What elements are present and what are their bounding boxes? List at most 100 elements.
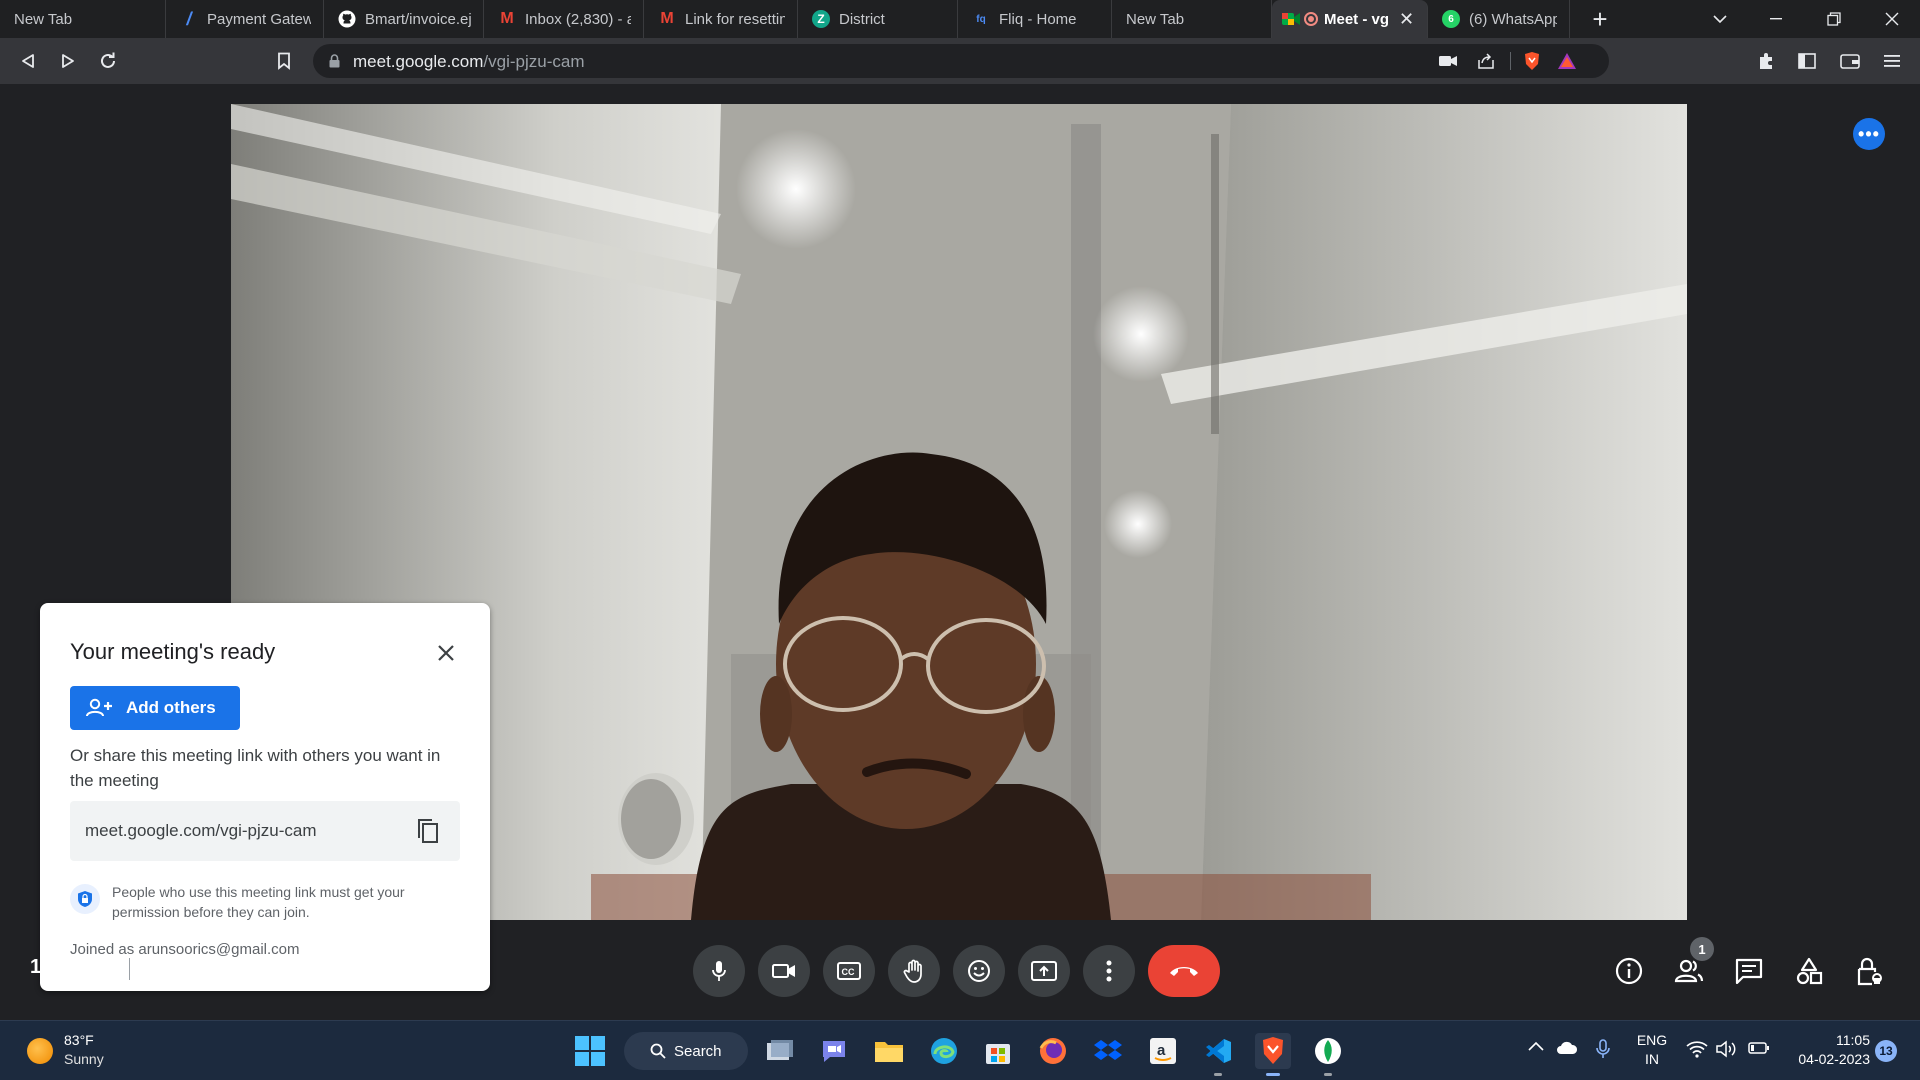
tab-label: Fliq - Home xyxy=(999,10,1077,28)
forward-button[interactable] xyxy=(54,47,82,75)
more-options-button[interactable]: ••• xyxy=(1853,118,1885,150)
restore-button[interactable] xyxy=(1806,0,1862,38)
extensions-button[interactable] xyxy=(1752,47,1780,75)
tab-whatsapp[interactable]: 6 (6) WhatsApp xyxy=(1428,0,1570,38)
tab-label: New Tab xyxy=(14,10,73,28)
reload-button[interactable] xyxy=(94,47,122,75)
captions-button[interactable]: CC xyxy=(823,945,875,997)
card-close-button[interactable] xyxy=(428,635,464,671)
menu-button[interactable] xyxy=(1878,47,1906,75)
edge-browser-button[interactable] xyxy=(926,1033,962,1069)
teams-chat-button[interactable] xyxy=(816,1033,852,1069)
wallet-icon xyxy=(1840,54,1860,69)
present-screen-button[interactable] xyxy=(1018,945,1070,997)
close-window-button[interactable] xyxy=(1864,0,1920,38)
brave-browser-button[interactable] xyxy=(1255,1033,1291,1069)
add-others-button[interactable]: Add others xyxy=(70,686,240,730)
meeting-link-text[interactable]: meet.google.com/vgi-pjzu-cam xyxy=(85,821,316,841)
microsoft-store-button[interactable] xyxy=(980,1033,1016,1069)
onedrive-tray[interactable] xyxy=(1556,1041,1578,1055)
tab-gmail-reset-link[interactable]: M Link for resetting xyxy=(644,0,798,38)
more-options-button[interactable] xyxy=(1083,945,1135,997)
wallet-button[interactable] xyxy=(1836,47,1864,75)
file-explorer-button[interactable] xyxy=(871,1033,907,1069)
tab-label: Link for resetting xyxy=(685,10,785,28)
browser-tab-strip: New Tab / Payment Gatewa Bmart/invoice.e… xyxy=(0,0,1920,38)
back-button[interactable] xyxy=(14,47,42,75)
meeting-code: vgi-pjzu-cam xyxy=(146,956,269,978)
tab-new-tab-2[interactable]: New Tab xyxy=(1112,0,1272,38)
brave-shield-icon[interactable] xyxy=(1523,51,1541,71)
people-icon xyxy=(1674,959,1704,983)
address-bar[interactable]: meet.google.com/vgi-pjzu-cam xyxy=(313,44,1609,78)
bookmark-button[interactable] xyxy=(270,47,298,75)
copy-link-button[interactable] xyxy=(412,815,444,847)
camera-button[interactable] xyxy=(758,945,810,997)
present-screen-icon xyxy=(1031,961,1057,981)
tab-search-button[interactable] xyxy=(1692,0,1748,38)
tab-new-tab[interactable]: New Tab xyxy=(0,0,166,38)
chat-bubble-icon xyxy=(823,1041,845,1062)
tab-payment-gateway[interactable]: / Payment Gatewa xyxy=(166,0,324,38)
gmail-icon: M xyxy=(500,10,514,27)
weather-description[interactable]: Sunny xyxy=(64,1051,104,1067)
reload-icon xyxy=(101,52,115,68)
reactions-button[interactable] xyxy=(953,945,1005,997)
microphone-button[interactable] xyxy=(693,945,745,997)
show-hidden-icons-button[interactable] xyxy=(1528,1041,1544,1051)
tab-github-invoice[interactable]: Bmart/invoice.ejs xyxy=(324,0,484,38)
battery-tray[interactable] xyxy=(1748,1041,1770,1055)
amazon-button[interactable]: a xyxy=(1145,1033,1181,1069)
new-tab-button[interactable]: + xyxy=(1570,0,1630,38)
taskbar-search[interactable]: Search xyxy=(624,1032,748,1070)
microphone-tray[interactable] xyxy=(1596,1039,1610,1059)
info-icon xyxy=(1615,957,1643,985)
taskbar-clock[interactable]: 11:05 04-02-2023 xyxy=(1786,1031,1870,1069)
language-code: ENG xyxy=(1636,1032,1668,1048)
notification-badge[interactable]: 13 xyxy=(1875,1040,1897,1062)
task-view-button[interactable] xyxy=(762,1033,798,1069)
tab-fliq-home[interactable]: fq Fliq - Home xyxy=(958,0,1112,38)
share-icon[interactable] xyxy=(1477,52,1495,70)
weather-temperature[interactable]: 83°F xyxy=(64,1032,94,1048)
minimize-button[interactable] xyxy=(1748,0,1804,38)
mongodb-compass-button[interactable] xyxy=(1310,1033,1346,1069)
activities-button[interactable] xyxy=(1788,950,1830,992)
close-icon xyxy=(438,645,454,661)
sun-icon[interactable] xyxy=(27,1038,53,1064)
meeting-details-button[interactable] xyxy=(1608,950,1650,992)
meet-stage: ••• Your meeting's ready Add others Or s… xyxy=(0,84,1920,1018)
chat-icon xyxy=(1735,958,1763,984)
input-language[interactable]: ENG IN xyxy=(1636,1031,1668,1069)
url-path: /vgi-pjzu-cam xyxy=(483,52,585,71)
sidebar-icon xyxy=(1798,53,1816,69)
plus-icon: + xyxy=(1592,4,1608,34)
divider xyxy=(1510,52,1511,70)
tab-meet[interactable]: Meet - vg ✕ xyxy=(1272,0,1428,38)
tab-label: Bmart/invoice.ejs xyxy=(365,10,471,28)
mongodb-leaf-icon xyxy=(1315,1038,1341,1064)
start-button[interactable] xyxy=(572,1033,608,1069)
tab-district[interactable]: Z District xyxy=(798,0,958,38)
brave-rewards-icon[interactable] xyxy=(1557,52,1577,70)
running-indicator xyxy=(1324,1073,1332,1076)
dropbox-button[interactable] xyxy=(1090,1033,1126,1069)
camera-in-use-icon[interactable] xyxy=(1439,55,1457,67)
hang-up-icon xyxy=(1170,967,1198,976)
wifi-tray[interactable] xyxy=(1686,1040,1708,1058)
tab-gmail-inbox[interactable]: M Inbox (2,830) - ar xyxy=(484,0,644,38)
chat-button[interactable] xyxy=(1728,950,1770,992)
raise-hand-button[interactable] xyxy=(888,945,940,997)
fliq-icon: fq xyxy=(976,13,986,25)
vscode-button[interactable] xyxy=(1200,1033,1236,1069)
sidebar-button[interactable] xyxy=(1793,47,1821,75)
video-camera-icon xyxy=(772,964,795,978)
volume-tray[interactable] xyxy=(1716,1040,1738,1058)
firefox-button[interactable] xyxy=(1035,1033,1071,1069)
store-icon xyxy=(986,1044,1010,1064)
tab-label: Meet - vg xyxy=(1324,10,1390,28)
meet-icon xyxy=(1282,10,1300,28)
close-icon[interactable]: ✕ xyxy=(1399,9,1414,30)
host-controls-button[interactable] xyxy=(1848,950,1890,992)
end-call-button[interactable] xyxy=(1148,945,1220,997)
